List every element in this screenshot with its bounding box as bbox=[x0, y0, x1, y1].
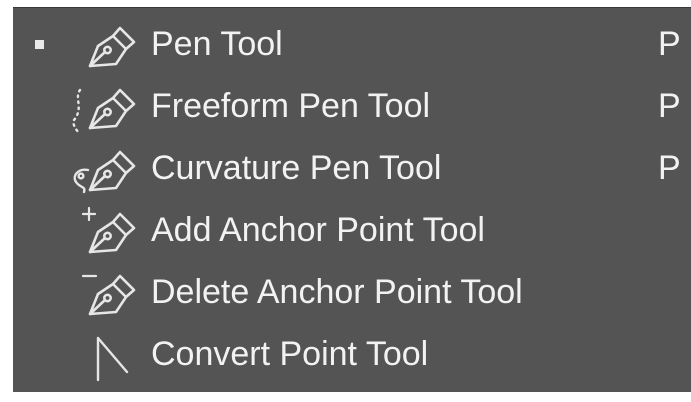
menu-item-label: Freeform Pen Tool bbox=[151, 87, 431, 125]
menu-item-label: Convert Point Tool bbox=[151, 335, 429, 373]
menu-item-pen-tool[interactable]: Pen Tool P bbox=[13, 12, 691, 74]
freeform-pen-icon bbox=[68, 74, 148, 136]
pen-tool-flyout-menu: Pen Tool P Freeform Pen Tool P Curvature… bbox=[13, 7, 691, 392]
menu-item-label: Delete Anchor Point Tool bbox=[151, 273, 523, 311]
shortcut-key: P bbox=[658, 25, 681, 63]
menu-item-label: Add Anchor Point Tool bbox=[151, 211, 485, 249]
selected-indicator bbox=[35, 40, 44, 49]
menu-item-convert-point-tool[interactable]: Convert Point Tool bbox=[13, 322, 691, 384]
menu-item-freeform-pen-tool[interactable]: Freeform Pen Tool P bbox=[13, 74, 691, 136]
shortcut-key: P bbox=[658, 87, 681, 125]
menu-item-label: Pen Tool bbox=[151, 25, 283, 63]
menu-item-label: Curvature Pen Tool bbox=[151, 149, 442, 187]
menu-item-delete-anchor-point-tool[interactable]: Delete Anchor Point Tool bbox=[13, 260, 691, 322]
add-anchor-point-icon bbox=[68, 198, 148, 260]
menu-item-curvature-pen-tool[interactable]: Curvature Pen Tool P bbox=[13, 136, 691, 198]
delete-anchor-point-icon bbox=[68, 260, 148, 322]
shortcut-key: P bbox=[658, 149, 681, 187]
pen-icon bbox=[68, 12, 148, 74]
curvature-pen-icon bbox=[68, 136, 148, 198]
menu-item-add-anchor-point-tool[interactable]: Add Anchor Point Tool bbox=[13, 198, 691, 260]
convert-point-icon bbox=[68, 322, 148, 384]
